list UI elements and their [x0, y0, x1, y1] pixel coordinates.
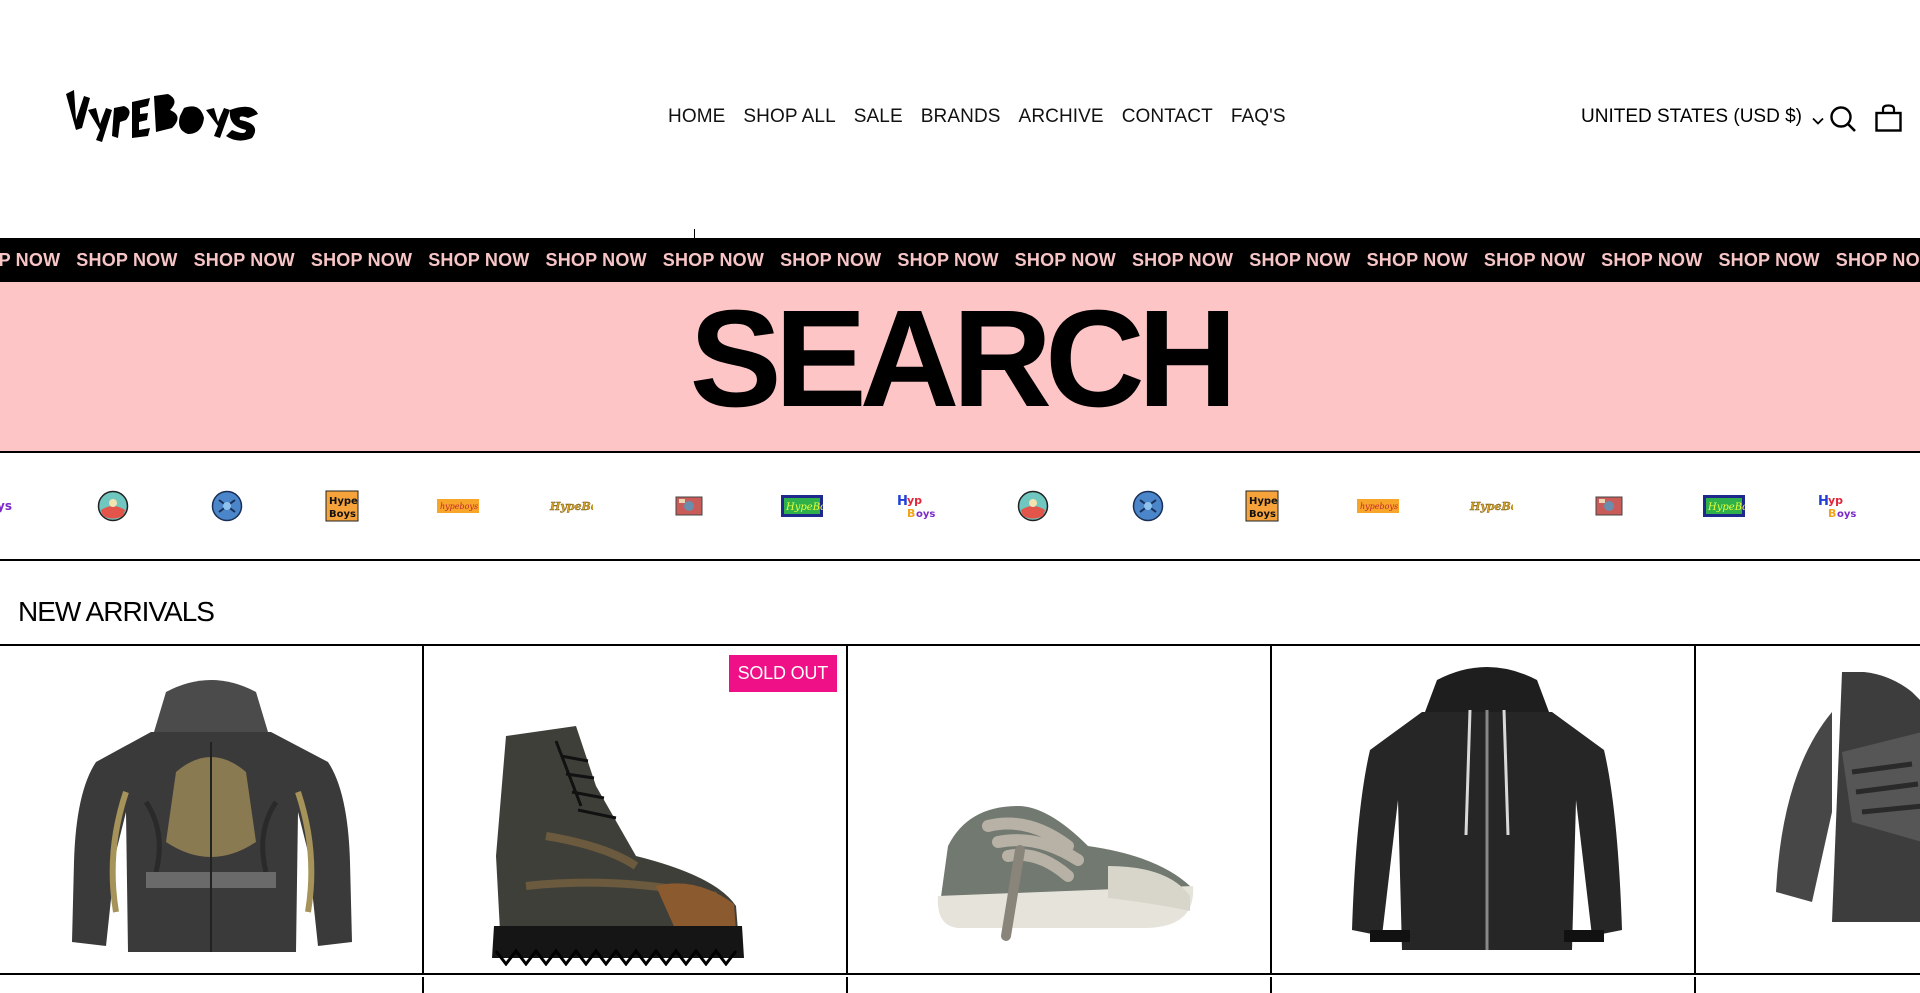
nav-archive[interactable]: ARCHIVE	[1019, 106, 1104, 128]
search-hero: SEARCH	[0, 282, 1920, 453]
hype-boys-orange-logo[interactable]: hypeboys	[1356, 453, 1400, 559]
nav-brands[interactable]: BRANDS	[921, 106, 1001, 128]
product-card-row2	[848, 977, 1272, 993]
marquee-item[interactable]: SHOP NOW	[0, 250, 76, 271]
site-header: HOME SHOP ALL SALE BRANDS ARCHIVE CONTAC…	[0, 0, 1920, 239]
product-grid: SOLD OUT	[0, 644, 1920, 993]
svg-text:B: B	[907, 507, 915, 520]
main-nav: HOME SHOP ALL SALE BRANDS ARCHIVE CONTAC…	[668, 106, 1304, 128]
hype-boys-multicolor-logo[interactable]: Hyp Boys	[894, 453, 938, 559]
marquee-item[interactable]: SHOP NOW	[76, 250, 193, 271]
marquee-item[interactable]: SHOP NOW	[1367, 250, 1484, 271]
nav-shop-all[interactable]: SHOP ALL	[743, 106, 835, 128]
currency-selector[interactable]: UNITED STATES (USD $)	[1581, 106, 1824, 128]
circle-logo-blue[interactable]	[210, 453, 244, 559]
marquee-item[interactable]: SHOP NOW	[545, 250, 662, 271]
svg-text:Hype: Hype	[329, 496, 358, 507]
product-card[interactable]	[1696, 646, 1920, 975]
marquee-item[interactable]: SHOP NOW	[1484, 250, 1601, 271]
brand-logo-strip: ys HypeBoys hypeboys HypeBoys HypeBoys H…	[0, 453, 1920, 561]
product-card-row2	[1272, 977, 1696, 993]
product-image-zip-hoodie	[1352, 667, 1622, 950]
marquee-item[interactable]: SHOP NOW	[1601, 250, 1718, 271]
nav-contact[interactable]: CONTACT	[1122, 106, 1213, 128]
product-card-row2	[0, 977, 424, 993]
circle-logo-teal[interactable]	[96, 453, 130, 559]
svg-text:hypeboys: hypeboys	[440, 502, 478, 511]
marquee-item[interactable]: SHOP NOW	[663, 250, 780, 271]
product-image-graphic-hoodie	[72, 680, 352, 952]
chevron-down-icon	[1812, 111, 1824, 125]
svg-text:oys: oys	[916, 509, 935, 520]
product-card-row2	[424, 977, 848, 993]
section-title: NEW ARRIVALS	[18, 596, 215, 627]
svg-text:HypeBoys: HypeBoys	[1469, 500, 1513, 513]
hype-boys-square-logo[interactable]: Hype Boys	[1244, 453, 1280, 559]
hype-boys-gold-logo[interactable]: HypeBoys	[548, 453, 594, 559]
hype-boys-multicolor-logo[interactable]: Hyp Boys	[1815, 453, 1859, 559]
svg-text:HypeBoys: HypeBoys	[785, 502, 823, 513]
hype-boys-green-logo[interactable]: HypeBoys	[780, 453, 824, 559]
marquee-item[interactable]: SHOP NOW	[194, 250, 311, 271]
circle-logo-teal[interactable]	[1016, 453, 1050, 559]
marquee-track: SHOP NOW SHOP NOW SHOP NOW SHOP NOW SHOP…	[0, 250, 1920, 271]
photo-logo[interactable]	[674, 453, 704, 559]
hype-boys-square-logo[interactable]: Hype Boys	[324, 453, 360, 559]
svg-text:Hype: Hype	[1249, 496, 1278, 507]
nav-sale[interactable]: SALE	[854, 106, 903, 128]
currency-label: UNITED STATES (USD $)	[1581, 106, 1802, 127]
marquee-item[interactable]: SHOP NOW	[311, 250, 428, 271]
page-title: SEARCH	[689, 282, 1238, 436]
svg-text:ys: ys	[0, 499, 12, 513]
marquee-item[interactable]: SHOP NOW	[1132, 250, 1249, 271]
marquee-item[interactable]: SHOP NOW	[1718, 250, 1835, 271]
product-image-combat-boot	[492, 726, 744, 966]
product-image-low-top-sneaker	[937, 806, 1194, 941]
circle-logo-blue[interactable]	[1131, 453, 1165, 559]
marquee-item[interactable]: SHOP NOW	[780, 250, 897, 271]
svg-text:HypeBoys: HypeBoys	[549, 500, 593, 513]
marquee-item[interactable]: SHOP NOW	[897, 250, 1014, 271]
marquee-item[interactable]: SHOP NOW	[1015, 250, 1132, 271]
product-image-washed-logo-hoodie	[1776, 672, 1920, 922]
svg-text:HypeBoys: HypeBoys	[1707, 502, 1745, 513]
svg-text:hypeboys: hypeboys	[1360, 502, 1398, 511]
svg-text:Boys: Boys	[329, 509, 356, 520]
marquee-item[interactable]: SHOP NOW	[1249, 250, 1366, 271]
sold-out-badge: SOLD OUT	[728, 655, 837, 692]
hype-boys-multicolor-logo[interactable]: ys	[0, 453, 24, 559]
product-card[interactable]	[0, 646, 424, 975]
hype-boys-orange-logo[interactable]: hypeboys	[436, 453, 480, 559]
marquee-item[interactable]: SHOP NOW	[428, 250, 545, 271]
hypeboys-logo[interactable]	[62, 80, 272, 160]
shop-now-marquee[interactable]: SHOP NOW SHOP NOW SHOP NOW SHOP NOW SHOP…	[0, 238, 1920, 282]
search-icon[interactable]	[1829, 105, 1857, 133]
hype-boys-gold-logo[interactable]: HypeBoys	[1468, 453, 1514, 559]
product-card[interactable]	[848, 646, 1272, 975]
svg-text:B: B	[1828, 507, 1836, 520]
nav-faqs[interactable]: FAQ'S	[1231, 106, 1286, 128]
svg-text:oys: oys	[1837, 509, 1856, 520]
svg-text:yp: yp	[1828, 494, 1843, 507]
bag-icon[interactable]	[1875, 104, 1902, 132]
product-card[interactable]	[1272, 646, 1696, 975]
photo-logo[interactable]	[1594, 453, 1624, 559]
marquee-item[interactable]: SHOP NOW	[1836, 250, 1920, 271]
nav-home[interactable]: HOME	[668, 106, 725, 128]
svg-text:yp: yp	[907, 494, 922, 507]
svg-text:Boys: Boys	[1249, 509, 1276, 520]
hype-boys-green-logo[interactable]: HypeBoys	[1702, 453, 1746, 559]
product-card[interactable]: SOLD OUT	[424, 646, 848, 975]
